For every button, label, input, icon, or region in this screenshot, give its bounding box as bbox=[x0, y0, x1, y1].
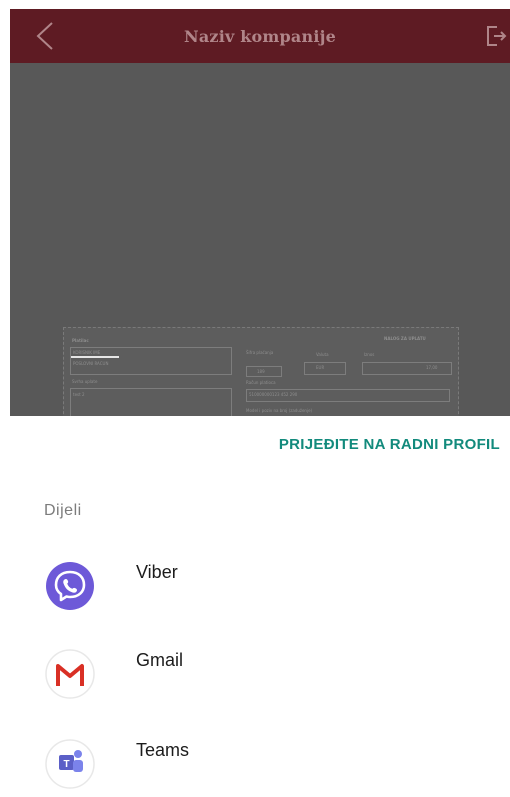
svg-text:T: T bbox=[63, 759, 69, 770]
amount-label: Iznos bbox=[364, 352, 375, 357]
gmail-icon bbox=[42, 646, 98, 702]
app-label: Teams bbox=[136, 740, 190, 760]
chevron-left-icon[interactable] bbox=[32, 20, 58, 52]
amount-box bbox=[362, 362, 452, 375]
share-item-viber[interactable]: Viber bbox=[40, 558, 480, 618]
purpose-box bbox=[70, 388, 232, 416]
currency-label: Valuta bbox=[316, 352, 329, 357]
model-label: Model i poziv na broj (zaduženje) bbox=[246, 408, 313, 413]
account-label: Račun platioca bbox=[246, 380, 276, 385]
amount-value: 17,00 bbox=[426, 365, 438, 370]
payment-order-form: NALOG ZA UPLATU Platilac KORISNIK IME PO… bbox=[63, 327, 459, 416]
share-item-teams[interactable]: T Teams bbox=[40, 736, 480, 796]
app-label: Gmail bbox=[136, 650, 184, 670]
app-bar: Naziv kompanije bbox=[10, 9, 510, 63]
currency-value: EUR bbox=[316, 365, 325, 370]
payer-label: Platilac bbox=[72, 338, 89, 343]
share-title: Dijeli bbox=[44, 502, 82, 519]
payer-line2: POSLOVNI RACUN bbox=[73, 361, 109, 366]
work-profile-link[interactable]: PRIJEĐITE NA RADNI PROFIL bbox=[279, 436, 500, 453]
code-value: 189 bbox=[257, 369, 265, 374]
share-sheet: PRIJEĐITE NA RADNI PROFIL Dijeli Viber G… bbox=[0, 416, 510, 789]
code-label: Šifra plaćanja bbox=[246, 350, 274, 355]
document-preview: NALOG ZA UPLATU Platilac KORISNIK IME PO… bbox=[10, 63, 510, 416]
form-title: NALOG ZA UPLATU bbox=[384, 336, 426, 341]
payer-line1: KORISNIK IME bbox=[73, 350, 101, 355]
account-value: 510000000123 452 290 bbox=[249, 392, 298, 397]
logout-icon[interactable] bbox=[485, 24, 507, 48]
purpose-value: test 2 bbox=[73, 392, 85, 397]
purpose-label: Svrha uplate bbox=[72, 379, 98, 384]
currency-box bbox=[304, 362, 346, 375]
page-title: Naziv kompanije bbox=[184, 26, 336, 46]
viber-icon bbox=[42, 558, 98, 614]
app-label: Viber bbox=[136, 562, 178, 582]
teams-icon: T bbox=[42, 736, 98, 792]
payer-underline bbox=[71, 356, 119, 358]
share-item-gmail[interactable]: Gmail bbox=[40, 646, 480, 706]
